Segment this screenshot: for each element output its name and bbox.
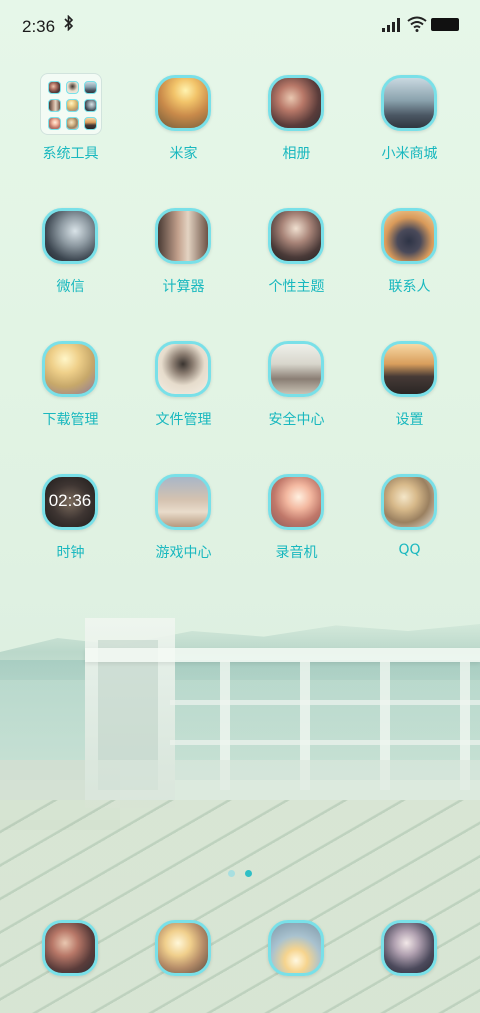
wifi-icon [407, 16, 427, 32]
battery-icon [431, 18, 459, 31]
app-label: 时钟 [56, 545, 85, 561]
wallpaper-railing-bar [170, 700, 480, 705]
app-settings-icon [381, 341, 437, 397]
app-contacts[interactable]: 联系人 [353, 205, 466, 315]
app-label: 设置 [395, 412, 424, 428]
app-game-center-icon [155, 474, 211, 530]
app-recorder[interactable]: 录音机 [240, 471, 353, 581]
app-mi-store-icon [381, 75, 437, 131]
app-calculator-icon [155, 208, 211, 264]
wallpaper-railing-top [85, 648, 480, 662]
app-settings[interactable]: 设置 [353, 338, 466, 448]
app-contacts-icon [381, 208, 437, 264]
app-qq-icon [381, 474, 437, 530]
app-label: 小米商城 [381, 146, 438, 162]
dock-messages[interactable] [127, 917, 240, 987]
dock-camera[interactable] [353, 917, 466, 987]
folder-mini-icon [66, 117, 79, 130]
app-label: 相册 [282, 146, 311, 162]
app-label: QQ [398, 542, 421, 558]
app-gallery-icon [268, 75, 324, 131]
app-system-tools[interactable]: 系统工具 [14, 72, 127, 182]
app-file-manager-icon [155, 341, 211, 397]
app-mi-store[interactable]: 小米商城 [353, 72, 466, 182]
app-label: 个性主题 [268, 279, 325, 295]
app-calculator[interactable]: 计算器 [127, 205, 240, 315]
folder-mini-icon [66, 99, 79, 112]
app-downloads[interactable]: 下载管理 [14, 338, 127, 448]
page-dot-2-active[interactable] [245, 870, 252, 877]
folder-mini-icon [48, 81, 61, 94]
wallpaper-railing-bar [170, 740, 480, 745]
app-clock-icon: 02:36 [42, 474, 98, 530]
dock-browser-icon [268, 920, 324, 976]
status-time: 2:36 [22, 17, 56, 36]
app-file-manager[interactable]: 文件管理 [127, 338, 240, 448]
app-label: 米家 [169, 146, 198, 162]
dock-phone-icon [42, 920, 98, 976]
bluetooth-icon [64, 14, 74, 35]
app-label: 文件管理 [155, 412, 212, 428]
dock-phone[interactable] [14, 917, 127, 987]
app-mi-home-icon [155, 75, 211, 131]
page-dot-1[interactable] [228, 870, 235, 877]
app-label: 录音机 [275, 545, 318, 561]
dock-camera-icon [381, 920, 437, 976]
page-indicator[interactable] [224, 868, 264, 878]
app-recorder-icon [268, 474, 324, 530]
folder-mini-icon [84, 99, 97, 112]
app-label: 计算器 [162, 279, 205, 295]
dock-browser[interactable] [240, 917, 353, 987]
app-game-center[interactable]: 游戏中心 [127, 471, 240, 581]
signal-icon [382, 18, 402, 32]
folder-mini-icon [48, 117, 61, 130]
app-label: 系统工具 [42, 146, 99, 162]
app-label: 游戏中心 [155, 545, 212, 561]
app-themes-icon [268, 208, 324, 264]
folder-mini-icon [48, 99, 61, 112]
folder-icon [40, 73, 102, 135]
app-gallery[interactable]: 相册 [240, 72, 353, 182]
clock-time-text: 02:36 [48, 491, 92, 510]
app-themes[interactable]: 个性主题 [240, 205, 353, 315]
app-label: 安全中心 [268, 412, 325, 428]
dock-messages-icon [155, 920, 211, 976]
app-label: 微信 [56, 279, 85, 295]
app-clock[interactable]: 02:36 时钟 [14, 471, 127, 581]
app-downloads-icon [42, 341, 98, 397]
folder-mini-icon [84, 117, 97, 130]
app-label: 联系人 [388, 279, 431, 295]
app-wechat[interactable]: 微信 [14, 205, 127, 315]
app-security[interactable]: 安全中心 [240, 338, 353, 448]
app-wechat-icon [42, 208, 98, 264]
folder-mini-icon [84, 81, 97, 94]
folder-mini-icon [66, 81, 79, 94]
app-label: 下载管理 [42, 412, 99, 428]
app-mi-home[interactable]: 米家 [127, 72, 240, 182]
status-bar: 2:36 [0, 0, 480, 52]
app-qq[interactable]: QQ [353, 471, 466, 581]
app-security-icon [268, 341, 324, 397]
